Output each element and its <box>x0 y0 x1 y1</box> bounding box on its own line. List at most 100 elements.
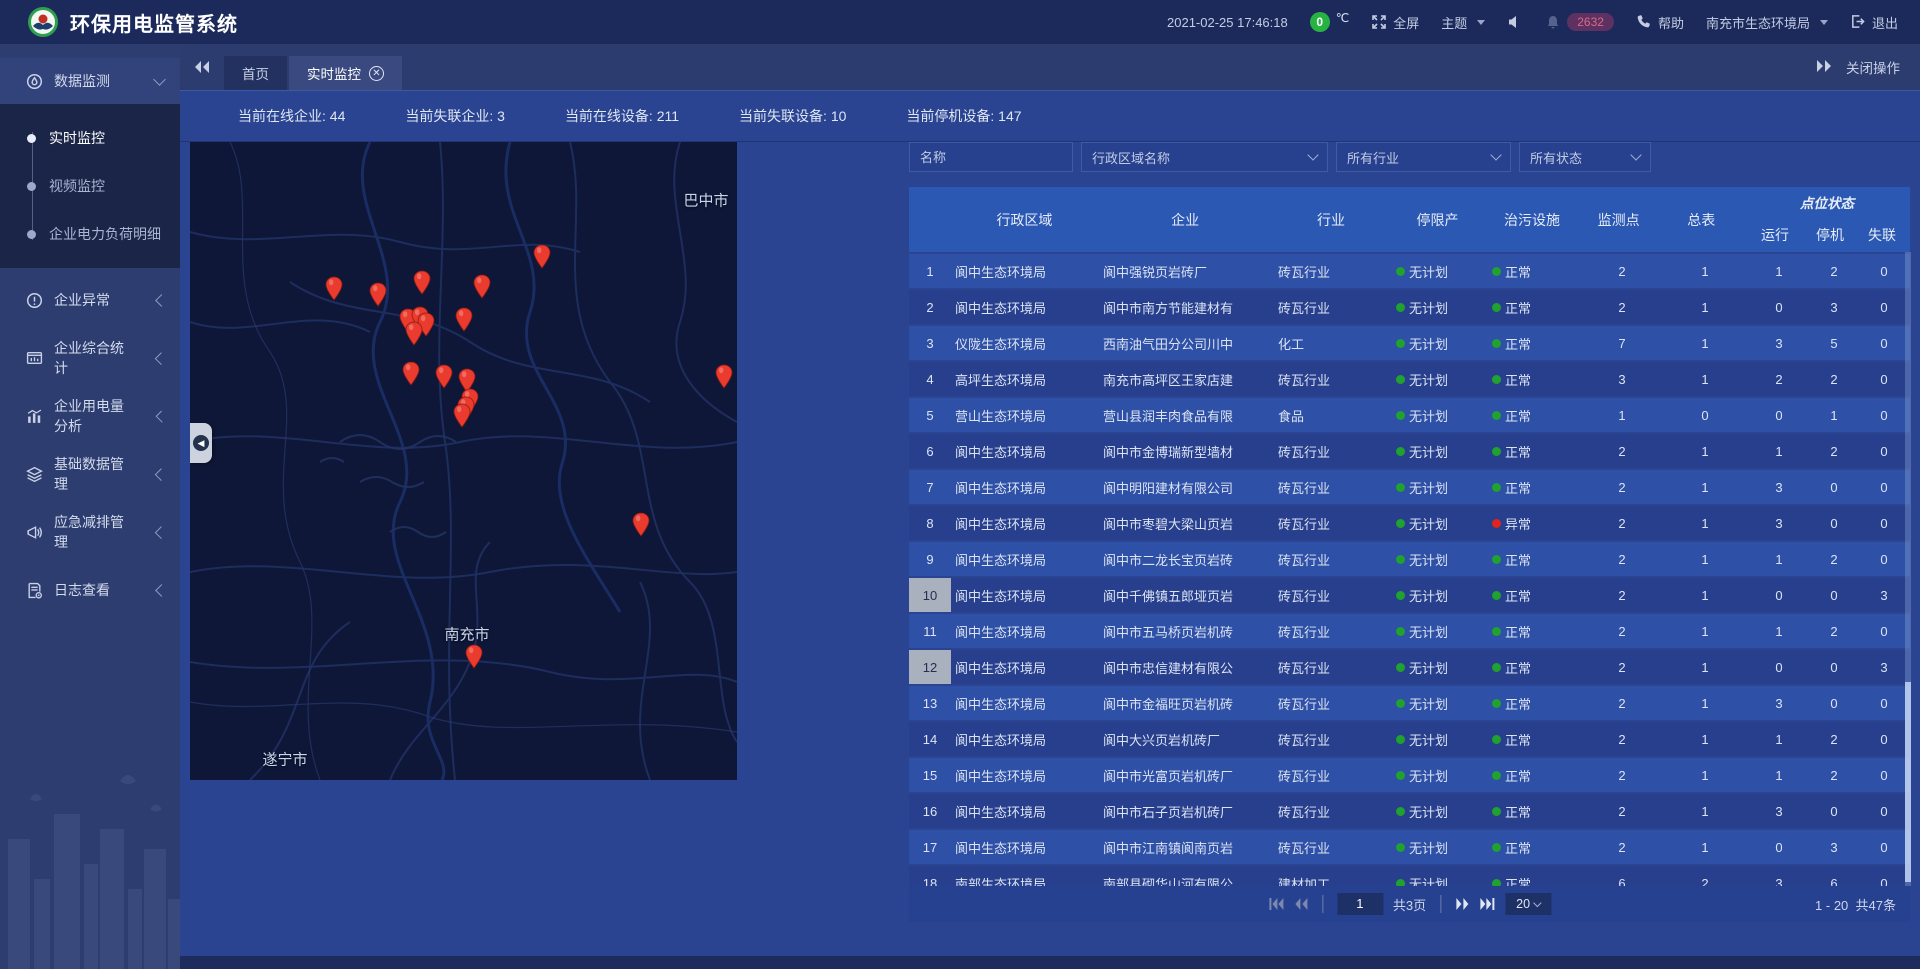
status-dot-icon <box>1396 771 1405 780</box>
table-row[interactable]: 10阆中生态环境局阆中千佛镇五郎垭页岩砖瓦行业无计划正常21003 <box>909 578 1910 612</box>
row-number: 15 <box>909 758 951 792</box>
cell-region: 阆中生态环境局 <box>951 758 1099 792</box>
map-pin-icon[interactable] <box>452 403 472 429</box>
table-row[interactable]: 16阆中生态环境局阆中市石子页岩机砖厂砖瓦行业无计划正常21300 <box>909 794 1910 828</box>
cell-lost: 0 <box>1858 290 1910 324</box>
table-row[interactable]: 15阆中生态环境局阆中市光富页岩机砖厂砖瓦行业无计划正常21120 <box>909 758 1910 792</box>
sidebar-subitem[interactable]: 实时监控 <box>0 114 180 162</box>
column-header-region[interactable]: 行政区域 <box>951 187 1098 252</box>
map-pin-icon[interactable] <box>434 364 454 390</box>
last-page-button[interactable] <box>1479 898 1495 910</box>
tab-scroll-right-button[interactable] <box>1816 59 1832 76</box>
name-search-input[interactable] <box>909 142 1073 172</box>
table-row[interactable]: 7阆中生态环境局阆中明阳建材有限公司砖瓦行业无计划正常21300 <box>909 470 1910 504</box>
cell-facility: 正常 <box>1488 398 1582 432</box>
sidebar-item-6[interactable]: 日志查看 <box>0 564 180 616</box>
table-row[interactable]: 4高坪生态环境局南充市高坪区王家店建砖瓦行业无计划正常31220 <box>909 362 1910 396</box>
industry-select[interactable]: 所有行业 <box>1336 142 1511 172</box>
tab-scroll-left-button[interactable] <box>180 44 224 90</box>
theme-dropdown[interactable]: 主题 <box>1441 13 1485 32</box>
help-button[interactable]: 帮助 <box>1636 13 1684 32</box>
close-operations-button[interactable]: 关闭操作 <box>1846 57 1900 77</box>
column-header-facility[interactable]: 治污设施 <box>1485 187 1579 252</box>
column-header-run[interactable]: 运行 <box>1744 217 1806 252</box>
sidebar-item-5[interactable]: 应急减排管理 <box>0 506 180 558</box>
map-pin-icon[interactable] <box>401 361 421 387</box>
cell-total: 1 <box>1662 686 1748 720</box>
sidebar-item-1[interactable]: 企业异常 <box>0 274 180 326</box>
sidebar-subitem[interactable]: 视频监控 <box>0 162 180 210</box>
sidebar-item-0[interactable]: 数据监测 <box>0 58 180 104</box>
column-header-stop[interactable]: 停限产 <box>1390 187 1486 252</box>
fullscreen-icon <box>1371 14 1387 30</box>
status-dot-icon <box>1396 663 1405 672</box>
page-size-select[interactable]: 20 <box>1505 893 1551 915</box>
footer-strip <box>180 956 1920 969</box>
tab-close-icon[interactable]: ✕ <box>369 66 384 81</box>
map-pin-icon[interactable] <box>412 270 432 296</box>
column-header-industry[interactable]: 行业 <box>1272 187 1389 252</box>
sidebar-subitem[interactable]: 企业电力负荷明细 <box>0 210 180 258</box>
table-row[interactable]: 12阆中生态环境局阆中市忠信建材有限公砖瓦行业无计划正常21003 <box>909 650 1910 684</box>
table-row[interactable]: 3仪陇生态环境局西南油气田分公司川中化工无计划正常71350 <box>909 326 1910 360</box>
table-row[interactable]: 18南部生态环境局南部县砌华山河有限公建材加工无计划正常62360 <box>909 866 1910 886</box>
table-row[interactable]: 14阆中生态环境局阆中大兴页岩机砖厂砖瓦行业无计划正常21120 <box>909 722 1910 756</box>
mute-button[interactable] <box>1507 14 1523 30</box>
first-page-button[interactable] <box>1268 898 1284 910</box>
map-pin-icon[interactable] <box>404 321 424 347</box>
cell-industry: 砖瓦行业 <box>1274 434 1392 468</box>
tab-0[interactable]: 首页 <box>224 56 287 90</box>
next-page-button[interactable] <box>1455 898 1469 910</box>
status-dot-icon <box>1492 627 1501 636</box>
column-header-total[interactable]: 总表 <box>1658 187 1744 252</box>
cell-region: 南部生态环境局 <box>951 866 1099 886</box>
notification-widget[interactable]: 2632 <box>1545 13 1614 31</box>
map-pin-icon[interactable] <box>368 282 388 308</box>
table-row[interactable]: 2阆中生态环境局阆中市南方节能建材有砖瓦行业无计划正常21030 <box>909 290 1910 324</box>
map-panel[interactable]: 巴中市南充市遂宁市 ◀ <box>190 142 737 780</box>
app-title: 环保用电监管系统 <box>70 8 238 37</box>
table-row[interactable]: 1阆中生态环境局阆中强锐页岩砖厂砖瓦行业无计划正常21120 <box>909 254 1910 288</box>
scrollbar-thumb[interactable] <box>1905 682 1911 882</box>
tab-label: 首页 <box>242 63 269 83</box>
logout-button[interactable]: 退出 <box>1850 13 1898 32</box>
table-row[interactable]: 5营山生态环境局营山县润丰肉食品有限食品无计划正常10010 <box>909 398 1910 432</box>
table-row[interactable]: 11阆中生态环境局阆中市五马桥页岩机砖砖瓦行业无计划正常21120 <box>909 614 1910 648</box>
table-row[interactable]: 6阆中生态环境局阆中市金博瑞新型墙材砖瓦行业无计划正常21120 <box>909 434 1910 468</box>
cell-industry: 砖瓦行业 <box>1274 506 1392 540</box>
map-pin-icon[interactable] <box>464 644 484 670</box>
sidebar-item-2[interactable]: 企业综合统计 <box>0 332 180 384</box>
tab-1[interactable]: 实时监控✕ <box>289 56 402 90</box>
sidebar-item-3[interactable]: 企业用电量分析 <box>0 390 180 442</box>
map-pin-icon[interactable] <box>472 274 492 300</box>
sidebar-item-4[interactable]: 基础数据管理 <box>0 448 180 500</box>
map-pin-icon[interactable] <box>631 512 651 538</box>
table-scrollbar[interactable] <box>1905 252 1911 886</box>
map-pin-icon[interactable] <box>454 307 474 333</box>
bullet-dot-icon <box>27 182 36 191</box>
page-number-input[interactable]: 1 <box>1337 893 1383 915</box>
column-header-lost[interactable]: 失联 <box>1854 217 1910 252</box>
map-collapse-handle[interactable]: ◀ <box>190 423 212 463</box>
map-pin-icon[interactable] <box>324 276 344 302</box>
map-pin-icon[interactable] <box>532 244 552 270</box>
column-header-halt[interactable]: 停机 <box>1806 217 1854 252</box>
cell-facility: 正常 <box>1488 254 1582 288</box>
table-row[interactable]: 13阆中生态环境局阆中市金福旺页岩机砖砖瓦行业无计划正常21300 <box>909 686 1910 720</box>
table-row[interactable]: 8阆中生态环境局阆中市枣碧大梁山页岩砖瓦行业无计划异常21300 <box>909 506 1910 540</box>
column-header-company[interactable]: 企业 <box>1098 187 1272 252</box>
cell-stop: 无计划 <box>1392 254 1488 288</box>
table-row[interactable]: 17阆中生态环境局阆中市江南镇阆南页岩砖瓦行业无计划正常21030 <box>909 830 1910 864</box>
row-number: 16 <box>909 794 951 828</box>
table-row[interactable]: 9阆中生态环境局阆中市二龙长宝页岩砖砖瓦行业无计划正常21120 <box>909 542 1910 576</box>
fullscreen-button[interactable]: 全屏 <box>1371 13 1419 32</box>
status-select[interactable]: 所有状态 <box>1519 142 1651 172</box>
region-select[interactable]: 行政区域名称 <box>1081 142 1328 172</box>
cell-industry: 砖瓦行业 <box>1274 614 1392 648</box>
map-pin-icon[interactable] <box>714 364 734 390</box>
column-header-monitor[interactable]: 监测点 <box>1579 187 1659 252</box>
org-dropdown[interactable]: 南充市生态环境局 <box>1706 13 1828 32</box>
top-header: 环保用电监管系统 2021-02-25 17:46:18 0 ℃ 全屏 主题 <box>0 0 1920 44</box>
prev-page-button[interactable] <box>1294 898 1308 910</box>
cell-monitor: 2 <box>1582 686 1662 720</box>
